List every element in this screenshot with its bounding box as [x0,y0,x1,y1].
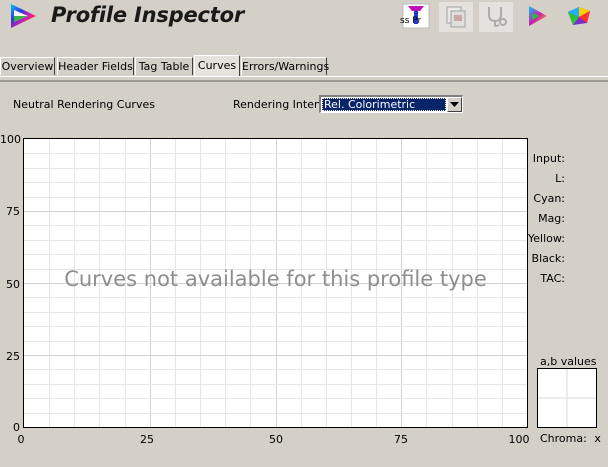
app-logo-icon [8,2,40,30]
black-readout-label: Black: [531,252,565,265]
y-tick-label: 50 [6,278,20,291]
chroma-readout: Chroma: x [540,432,601,445]
app-title: Profile Inspector [51,3,245,27]
y-tick-label: 25 [6,350,20,363]
3d-gamut-button[interactable] [562,2,596,32]
dropdown-arrow-icon[interactable] [447,97,462,112]
profile-text-icon: ss Pr [400,2,431,33]
ab-values-plot [537,368,597,428]
tab-overview[interactable]: Overview [0,57,55,75]
profile-text-button[interactable]: ss Pr [399,2,433,32]
chroma-value: x [594,432,601,445]
gamut-view-button[interactable] [521,2,555,32]
rendering-intent-label: Rendering Intent: [233,98,329,111]
x-tick-label: 0 [17,433,25,446]
copy-document-button[interactable] [439,2,473,32]
y-tick-label: 75 [6,205,20,218]
tab-strip: Overview Header Fields Tag Table Curves … [0,55,608,77]
rendering-intent-value: Rel. Colorimetric [322,98,446,111]
x-tick-label: 25 [140,433,154,446]
tac-readout-label: TAC: [540,272,565,285]
tab-header-fields[interactable]: Header Fields [57,57,134,75]
x-tick-label: 50 [269,433,283,446]
tab-curves[interactable]: Curves [194,55,240,76]
x-tick-label: 100 [508,433,530,446]
cyan-readout-label: Cyan: [533,192,565,205]
profile-text-caption: ss Pr [400,16,422,26]
stethoscope-button[interactable] [479,2,513,32]
x-tick-label: 75 [394,433,408,446]
l-readout-label: L: [555,172,565,185]
copy-document-icon [443,3,469,32]
yellow-readout-label: Yellow: [528,232,565,245]
tab-tag-table[interactable]: Tag Table [135,57,193,75]
3d-gamut-icon [565,3,593,32]
input-readout-label: Input: [532,152,565,165]
tab-divider [0,76,608,77]
chroma-label: Chroma: [540,432,587,445]
rendering-intent-select[interactable]: Rel. Colorimetric [319,95,463,113]
y-tick-label: 100 [0,133,21,146]
curves-unavailable-message: Curves not available for this profile ty… [64,267,487,291]
tab-errors-warnings[interactable]: Errors/Warnings [241,57,329,75]
stethoscope-icon [483,3,509,32]
ab-values-label: a,b values [540,355,597,368]
content-divider [0,80,608,82]
curves-heading: Neutral Rendering Curves [13,98,155,111]
magenta-readout-label: Mag: [538,212,565,225]
gamut-view-icon [525,3,551,32]
